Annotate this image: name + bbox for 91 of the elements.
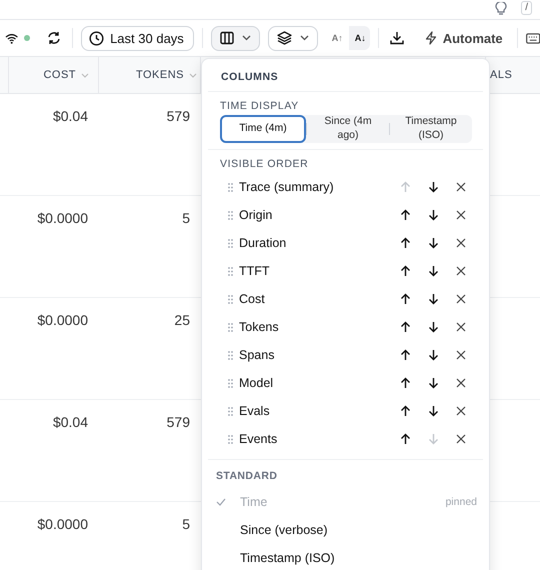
column-label: Duration — [239, 236, 288, 250]
date-range-button[interactable]: Last 30 days — [81, 26, 194, 50]
arrow-down-icon — [428, 293, 438, 305]
arrow-up-icon — [400, 265, 410, 277]
column-label: Trace (summary) — [239, 180, 335, 194]
refresh-icon — [47, 31, 62, 45]
cost-cell: $0.04 — [52, 108, 88, 125]
drag-handle-icon[interactable] — [228, 294, 233, 304]
arrow-down-icon — [428, 181, 438, 193]
drag-handle-icon[interactable] — [228, 434, 233, 444]
close-icon — [456, 294, 466, 304]
cost-cell: $0.0000 — [37, 516, 88, 533]
close-icon — [456, 406, 466, 416]
column-label: Cost — [239, 292, 266, 306]
column-option[interactable]: Since (verbose) — [216, 516, 483, 544]
section-label: VISIBLE ORDER — [220, 158, 310, 170]
arrow-down-icon — [428, 405, 438, 417]
arrow-down-icon — [428, 349, 438, 361]
arrow-down-icon — [428, 433, 438, 445]
tokens-cell: 5 — [182, 516, 190, 533]
drag-handle-icon[interactable] — [228, 238, 233, 248]
close-icon — [456, 350, 466, 360]
column-label: TTFT — [239, 264, 271, 278]
arrow-down-icon — [428, 265, 438, 277]
time-display-option[interactable]: Time (4m) — [220, 115, 306, 143]
drag-handle-icon[interactable] — [228, 322, 233, 332]
arrow-down-icon — [428, 321, 438, 333]
column-header[interactable]: TOKENS — [136, 69, 184, 81]
close-icon — [456, 266, 466, 276]
chevron-down-icon — [242, 35, 251, 41]
drag-handle-icon[interactable] — [228, 210, 233, 220]
column-label: Model — [239, 376, 274, 390]
tokens-cell: 579 — [166, 108, 190, 125]
columns-dropdown-button[interactable] — [210, 26, 260, 50]
close-icon — [456, 210, 466, 220]
arrow-up-icon — [400, 237, 410, 249]
drag-handle-icon[interactable] — [228, 406, 233, 416]
wifi-icon — [5, 32, 18, 44]
lightning-icon — [424, 31, 437, 45]
checkmark-icon — [216, 498, 226, 506]
keyboard-icon[interactable] — [526, 32, 540, 44]
tokens-cell: 5 — [182, 210, 190, 227]
close-icon — [456, 238, 466, 248]
time-display-option[interactable]: Since (4m ago) — [307, 115, 389, 143]
chevron-down-icon — [300, 35, 309, 41]
layers-dropdown-button[interactable] — [268, 26, 318, 50]
tokens-cell: 579 — [166, 414, 190, 431]
lightbulb-icon[interactable] — [495, 2, 508, 16]
column-label: Evals — [239, 404, 271, 418]
columns-icon — [220, 31, 234, 45]
arrow-down-icon — [428, 377, 438, 389]
layers-icon — [276, 31, 292, 45]
cost-cell: $0.04 — [52, 414, 88, 431]
column-option[interactable]: Timestamp (ISO) — [216, 544, 483, 570]
arrow-up-icon — [400, 405, 410, 417]
drag-handle-icon[interactable] — [228, 350, 233, 360]
cost-cell: $0.0000 — [37, 210, 88, 227]
download-icon — [390, 31, 404, 45]
keyboard-shortcut-key: / — [521, 1, 532, 15]
close-icon — [456, 182, 466, 192]
column-label: Origin — [239, 208, 274, 222]
pinned-label: pinned — [445, 496, 477, 508]
close-icon — [456, 378, 466, 388]
column-label: Tokens — [239, 320, 280, 334]
time-display-option[interactable]: Timestamp (ISO) — [390, 115, 472, 143]
drag-handle-icon[interactable] — [228, 266, 233, 276]
column-label: Events — [239, 432, 278, 446]
section-label: STANDARD — [216, 470, 278, 482]
automate-button[interactable]: Automate — [424, 30, 503, 46]
arrow-up-icon — [400, 181, 410, 193]
column-header[interactable]: COST — [43, 69, 76, 81]
column-header[interactable]: ALS — [490, 69, 512, 81]
column-label: Spans — [239, 348, 276, 362]
cost-cell: $0.0000 — [37, 312, 88, 329]
drag-handle-icon[interactable] — [228, 378, 233, 388]
arrow-up-icon — [400, 349, 410, 361]
arrow-up-icon — [400, 293, 410, 305]
close-icon — [456, 322, 466, 332]
arrow-down-icon — [428, 237, 438, 249]
drag-handle-icon[interactable] — [228, 182, 233, 192]
menu-title: COLUMNS — [208, 59, 483, 92]
arrow-down-icon — [428, 209, 438, 221]
arrow-up-icon — [400, 321, 410, 333]
sort-button[interactable]: A↓ — [348, 26, 370, 50]
close-icon — [456, 434, 466, 444]
arrow-up-icon — [400, 377, 410, 389]
clock-icon — [89, 30, 104, 46]
tokens-cell: 25 — [174, 312, 190, 329]
section-label: TIME DISPLAY — [220, 100, 300, 112]
arrow-up-icon — [400, 209, 410, 221]
arrow-up-icon — [400, 433, 410, 445]
